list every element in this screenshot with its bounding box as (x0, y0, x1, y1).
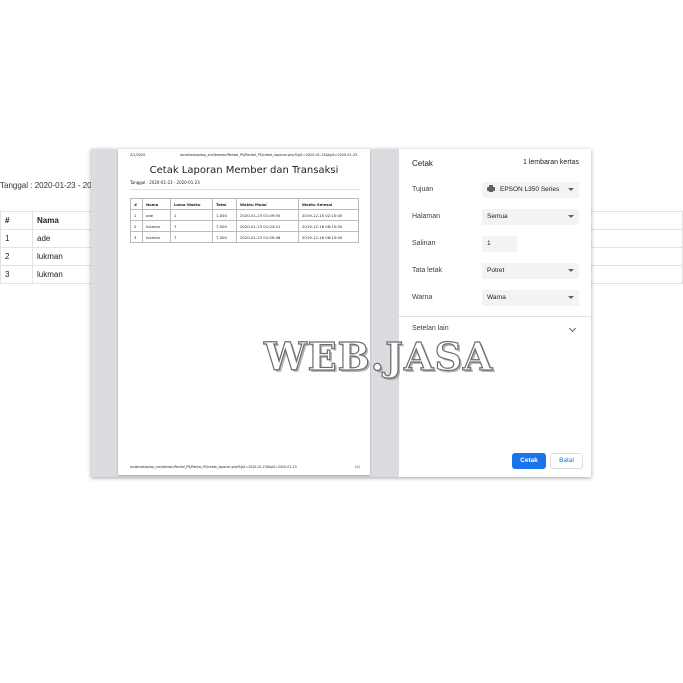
cell: 1 (170, 209, 213, 221)
print-settings-panel: Cetak 1 lembaran kertas Tujuan EPSON L35… (399, 149, 591, 477)
cell: 2020-01-23 01:04:21 (236, 220, 299, 232)
destination-label: Tujuan (412, 186, 434, 193)
row-name: lukman (32, 265, 98, 284)
preview-header-date: 2/1/2020 (130, 153, 146, 157)
column-header-number: # (0, 211, 33, 230)
preview-table-row: 3 lukman 7 7,000 2020-01-23 01:59:48 201… (130, 231, 359, 243)
preview-footer-page: 1/1 (354, 465, 360, 469)
preview-title: Cetak Laporan Member dan Transaksi (149, 165, 339, 176)
row-name: ade (32, 229, 98, 248)
preview-col-number: # (130, 198, 143, 210)
preview-table-row: 2 lukman 7 7,000 2020-01-23 01:04:21 201… (130, 220, 359, 232)
preview-page: 2/1/2020 localhost/aplop_xml/kemen/Renta… (118, 149, 370, 475)
print-button[interactable]: Cetak (512, 453, 546, 469)
preview-table-row: 1 ade 1 1,000 2020-01-23 01:09:55 2019-1… (130, 209, 359, 221)
preview-header-url: localhost/aplop_xml/kemen/Rental_PS/Rent… (180, 153, 358, 157)
preview-col-name: Nama (142, 198, 171, 210)
chevron-down-icon (568, 296, 574, 299)
color-select[interactable]: Warna (482, 290, 579, 306)
row-name: lukman (32, 247, 98, 266)
pages-value: Semua (487, 213, 508, 220)
preview-col-start: Waktu Mulai (236, 198, 299, 210)
destination-value: EPSON L350 Series (500, 186, 560, 193)
column-header-name: Nama (32, 211, 98, 230)
destination-select[interactable]: EPSON L350 Series (482, 182, 579, 198)
preview-footer-url: localhost/aplop_xml/kemen/Rental_PS/Rent… (130, 465, 297, 469)
preview-table-header: # Nama Lama Waktu Total Waktu Mulai Wakt… (130, 198, 359, 210)
pages-label: Halaman (412, 213, 441, 220)
layout-label: Tata letak (412, 267, 442, 274)
cell: 2019-12-15 02:15:00 (298, 209, 359, 221)
row-number: 1 (0, 229, 33, 248)
preview-divider (130, 189, 360, 190)
color-value: Warna (487, 294, 506, 301)
cell: 7,000 (212, 220, 237, 232)
printer-icon (487, 185, 495, 193)
layout-value: Potret (487, 267, 505, 274)
watermark: WEB.JASA (263, 333, 494, 379)
cell: 2020-01-23 01:59:48 (236, 231, 299, 243)
cell: 2020-01-23 01:09:55 (236, 209, 299, 221)
chevron-down-icon (568, 188, 574, 191)
preview-table: # Nama Lama Waktu Total Waktu Mulai Wakt… (130, 198, 359, 243)
preview-col-end: Waktu Selesai (298, 198, 359, 210)
cell: 7 (170, 231, 213, 243)
chevron-down-icon (568, 215, 574, 218)
cell: 7 (170, 220, 213, 232)
cell: lukman (142, 231, 171, 243)
cell: 3 (130, 231, 143, 243)
preview-col-duration: Lama Waktu (170, 198, 213, 210)
print-dialog: 2/1/2020 localhost/aplop_xml/kemen/Renta… (91, 149, 591, 477)
preview-date-line: Tanggal : 2020-01-23 - 2020-01-23 (130, 180, 200, 185)
cell: lukman (142, 220, 171, 232)
color-label: Warna (412, 294, 433, 301)
cancel-button[interactable]: Batal (550, 453, 583, 469)
preview-col-total: Total (212, 198, 237, 210)
cell: 2 (130, 220, 143, 232)
row-number: 3 (0, 265, 33, 284)
settings-divider (399, 316, 591, 317)
cell: 1 (130, 209, 143, 221)
sheet-count: 1 lembaran kertas (522, 159, 579, 166)
layout-select[interactable]: Potret (482, 263, 579, 279)
print-dialog-title: Cetak (412, 159, 433, 168)
copies-input[interactable]: 1 (482, 236, 517, 252)
cell: 7,000 (212, 231, 237, 243)
cell: ade (142, 209, 171, 221)
expand-chevron-icon[interactable] (568, 324, 577, 333)
pages-select[interactable]: Semua (482, 209, 579, 225)
chevron-down-icon (568, 269, 574, 272)
print-preview-pane[interactable]: 2/1/2020 localhost/aplop_xml/kemen/Renta… (91, 149, 399, 477)
cell: 2019-12-16 08:15:00 (298, 220, 359, 232)
cell: 2019-12-16 08:15:00 (298, 231, 359, 243)
cell: 1,000 (212, 209, 237, 221)
copies-label: Salinan (412, 240, 436, 247)
more-settings-toggle[interactable]: Setelan lain (412, 325, 449, 332)
row-number: 2 (0, 247, 33, 266)
